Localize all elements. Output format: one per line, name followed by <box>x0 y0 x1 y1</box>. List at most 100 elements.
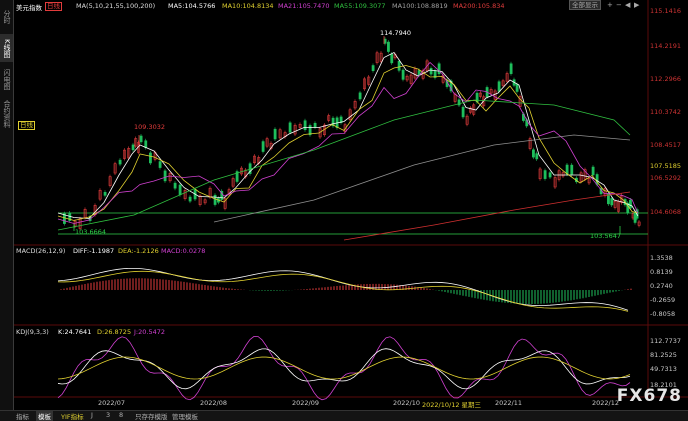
macd-panel <box>57 267 632 312</box>
ma21-value: MA21:105.7470 <box>278 2 330 10</box>
sidebar-item-flash-chart[interactable]: 闪电图 <box>0 64 13 94</box>
candle-body <box>515 84 519 92</box>
kdj-j: J:20.5472 <box>134 328 165 336</box>
candle-body <box>139 135 143 143</box>
ma55-value: MA55:109.3077 <box>334 2 386 10</box>
period-tag: 日线 <box>18 121 35 130</box>
candle-body <box>158 161 162 168</box>
price-tag: 107.5185 <box>650 162 682 170</box>
candle-body <box>178 184 182 196</box>
axis-tick: 114.2191 <box>650 42 682 50</box>
kdj-axis-tick: 49.7313 <box>650 365 677 373</box>
candle-body <box>144 140 148 148</box>
macd-axis-tick: 1.3538 <box>650 254 673 262</box>
ma10-value: MA10:104.8134 <box>222 2 274 10</box>
sidebar-item-kline[interactable]: K线图 <box>0 34 13 62</box>
ma55-line <box>57 99 631 231</box>
kdj-panel <box>57 335 631 401</box>
candle-body <box>509 63 513 74</box>
axis-tick: 104.6068 <box>650 208 682 216</box>
axis-tick: 112.2966 <box>650 75 682 83</box>
tab-j[interactable]: J <box>91 411 93 419</box>
sidebar-item-contract-info[interactable]: 合约资料 <box>0 96 13 132</box>
high-label: 114.7940 <box>380 29 412 37</box>
candle-body <box>313 122 317 128</box>
x-tick: 2022/12 <box>592 399 620 407</box>
macd-axis-tick: 0.2740 <box>650 282 673 290</box>
peak-label: 109.3032 <box>134 123 166 131</box>
candle-body <box>532 149 535 158</box>
candle-body <box>397 61 401 71</box>
candle-body <box>497 81 501 92</box>
candle-body <box>629 199 632 209</box>
x-cursor-date: 2022/10/12 星期三 <box>422 401 482 409</box>
chart-canvas[interactable] <box>14 0 688 410</box>
ma200-line <box>343 191 631 241</box>
candle-body <box>401 69 405 80</box>
candle-body <box>118 159 122 165</box>
candle-body <box>213 194 217 205</box>
arrow-left-icon[interactable]: ◀ <box>625 1 630 9</box>
candle-body <box>131 144 135 151</box>
candle-body <box>358 92 362 100</box>
kdj-axis-tick: 81.2525 <box>650 351 677 359</box>
candle-body <box>163 170 167 182</box>
macd-value: MACD:0.0278 <box>161 247 206 255</box>
x-tick: 2022/09 <box>292 399 320 407</box>
candle-body <box>535 153 539 160</box>
candle-body <box>565 164 569 175</box>
axis-tick: 106.5292 <box>650 174 682 182</box>
candle-body <box>308 125 312 136</box>
macd-axis-tick: -0.8058 <box>650 310 676 318</box>
ma100-line <box>213 134 631 223</box>
candle-body <box>548 172 552 178</box>
candle-body <box>261 141 265 152</box>
ma-params: MA(5,10,21,55,100,200) <box>76 2 155 10</box>
arrow-right-icon[interactable]: ▶ <box>634 1 639 9</box>
candle-body <box>437 63 441 75</box>
axis-tick: 108.4517 <box>650 141 682 149</box>
ma-label: MA(5,10,21,55,100,200) <box>76 2 156 10</box>
zoom-in-icon[interactable]: + <box>607 1 613 9</box>
axis-tick: 110.3742 <box>650 108 682 116</box>
macd-label: MACD(26,12,9) <box>16 247 66 255</box>
kdj-j-line <box>57 335 631 401</box>
low-label-2: 103.5647 <box>590 232 622 240</box>
kdj-axis-tick: 112.7737 <box>650 337 682 345</box>
sidebar-item-timeshare[interactable]: 分时 <box>0 2 13 32</box>
axis-tick: 115.1416 <box>650 7 682 15</box>
x-tick: 2022/07 <box>98 399 126 407</box>
ma200-value: MA200:105.834 <box>453 2 505 10</box>
symbol-name: 美元指数 <box>16 4 42 12</box>
x-tick: 2022/11 <box>495 399 523 407</box>
watermark-logo: FX678 <box>616 386 682 406</box>
zoom-out-icon[interactable]: − <box>616 1 622 9</box>
kdj-d: D:26.8725 <box>97 328 132 336</box>
candle-body <box>103 192 107 196</box>
tab-8[interactable]: 8 <box>119 411 123 419</box>
x-tick: 2022/08 <box>200 399 228 407</box>
candlesticks <box>63 37 641 231</box>
macd-axis-tick: 0.8139 <box>650 268 673 276</box>
macd-axis-tick: -0.2659 <box>650 296 676 304</box>
ma5-line <box>57 51 639 219</box>
candle-body <box>610 198 614 206</box>
candle-body <box>288 122 292 133</box>
candle-body <box>570 164 574 175</box>
left-sidebar: 分时 K线图 闪电图 合约资料 <box>0 0 14 410</box>
tab-3[interactable]: 3 <box>106 411 110 419</box>
x-tick: 2022/10 <box>393 399 421 407</box>
candle-body <box>429 68 433 75</box>
full-view-button[interactable]: 全部显示 <box>569 0 601 10</box>
kdj-k: K:24.7641 <box>58 328 92 336</box>
macd-diff: DIFF:-1.1987 <box>73 247 115 255</box>
candle-body <box>543 170 547 179</box>
candle-body <box>149 152 152 164</box>
candle-body <box>390 53 394 64</box>
ma100-value: MA100:108.8819 <box>392 2 448 10</box>
kdj-label: KDJ(9,3,3) <box>16 328 49 336</box>
candle-body <box>461 106 465 118</box>
period-badge[interactable]: 日线 <box>45 2 62 11</box>
candle-body <box>371 65 375 71</box>
candle-body <box>273 128 277 140</box>
